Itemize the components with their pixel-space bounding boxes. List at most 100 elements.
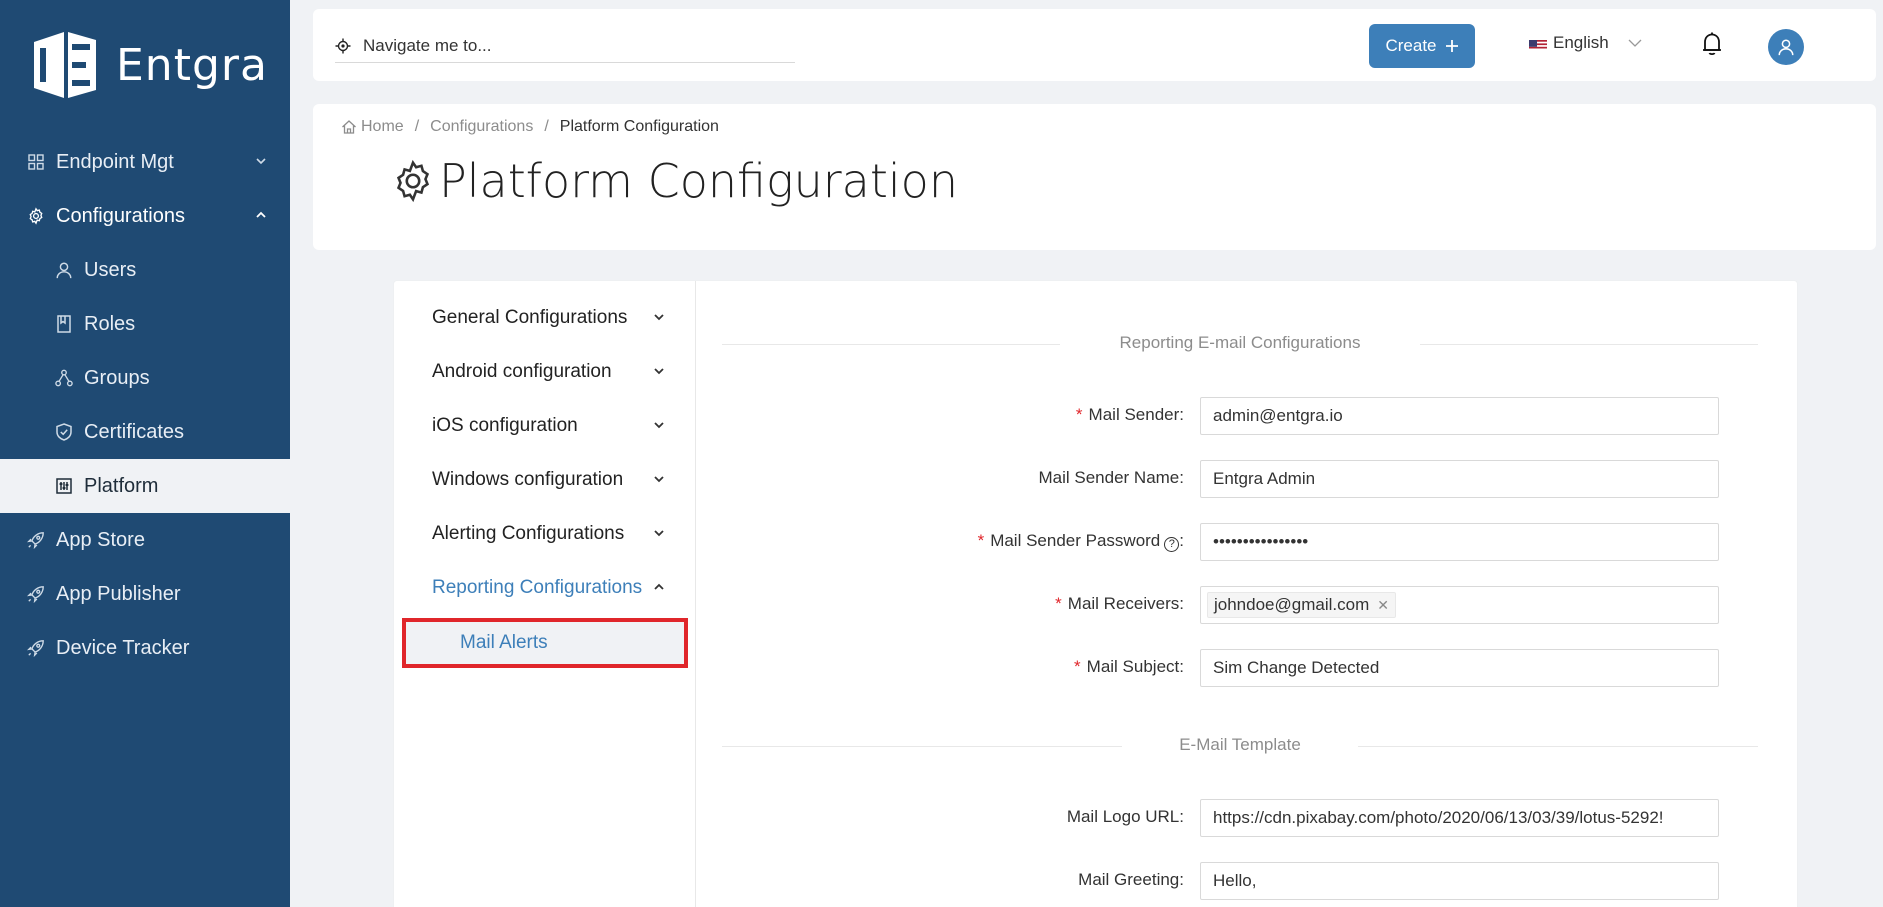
menu-windows-configuration[interactable]: Windows configuration (432, 458, 682, 502)
mail-receivers-label: * Mail Receivers: (1055, 594, 1184, 613)
menu-reporting-configurations[interactable]: Reporting Configurations (432, 566, 682, 610)
menu-ios-configuration[interactable]: iOS configuration (432, 404, 682, 448)
entgra-logo-icon (34, 32, 96, 98)
mail-subject-input[interactable]: Sim Change Detected (1200, 649, 1719, 687)
menu-item-label: Alerting Configurations (432, 523, 625, 544)
menu-sub-item-label: Mail Alerts (460, 632, 548, 653)
mail-logo-url-input[interactable]: https://cdn.pixabay.com/photo/2020/06/13… (1200, 799, 1719, 837)
sidebar-item-label: Platform (84, 474, 159, 497)
book-icon (54, 314, 74, 334)
mail-sender-password-input[interactable]: •••••••••••••••• (1200, 523, 1719, 561)
sidebar-item-roles[interactable]: Roles (0, 297, 290, 351)
sidebar-item-platform[interactable]: Platform (0, 459, 290, 513)
mail-receivers-input[interactable]: johndoe@gmail.com ✕ (1200, 586, 1719, 624)
language-selector[interactable]: English (1529, 33, 1643, 53)
chevron-up-icon (256, 211, 266, 218)
sidebar: Entgra Endpoint Mgt Configurations Users (0, 0, 290, 907)
plus-icon (1445, 40, 1458, 52)
mail-sender-password-label: * Mail Sender Password?: (977, 531, 1184, 552)
us-flag-icon (1529, 37, 1547, 49)
sidebar-item-label: App Store (56, 528, 145, 551)
chevron-down-icon (654, 530, 664, 537)
page-title-text: Platform Configuration (439, 154, 958, 208)
form-row-mail-receivers: * Mail Receivers: johndoe@gmail.com ✕ (724, 586, 1724, 624)
sidebar-item-endpoint-mgt[interactable]: Endpoint Mgt (0, 135, 290, 189)
brand-name: Entgra (116, 39, 268, 91)
create-button[interactable]: Create (1369, 24, 1475, 68)
entgra-logo[interactable]: Entgra (30, 30, 268, 100)
sidebar-nav: Endpoint Mgt Configurations Users Roles (0, 135, 290, 675)
sidebar-item-app-publisher[interactable]: App Publisher (0, 567, 290, 621)
search-placeholder: Navigate me to... (363, 35, 492, 55)
form-row-mail-greeting: Mail Greeting: Hello, (724, 862, 1724, 900)
rocket-icon (26, 530, 46, 550)
form-row-mail-sender: * Mail Sender: admin@entgra.io (724, 397, 1724, 435)
close-icon[interactable]: ✕ (1377, 597, 1389, 614)
breadcrumb-separator: / (414, 118, 420, 135)
sidebar-item-groups[interactable]: Groups (0, 351, 290, 405)
mail-sender-name-input[interactable]: Entgra Admin (1200, 460, 1719, 498)
sidebar-item-users[interactable]: Users (0, 243, 290, 297)
gear-icon (26, 206, 46, 226)
menu-mail-alerts[interactable]: Mail Alerts (402, 618, 688, 668)
chevron-down-icon (256, 158, 266, 165)
sidebar-item-label: App Publisher (56, 582, 181, 605)
form-row-mail-sender-password: * Mail Sender Password?: •••••••••••••••• (724, 523, 1724, 561)
shield-icon (54, 422, 74, 442)
menu-item-label: Android configuration (432, 361, 612, 382)
breadcrumb-current: Platform Configuration (559, 118, 719, 135)
breadcrumb-home[interactable]: Home (361, 118, 404, 136)
sidebar-item-label: Endpoint Mgt (56, 150, 174, 173)
breadcrumb-separator: / (544, 118, 549, 135)
menu-android-configuration[interactable]: Android configuration (432, 350, 682, 394)
menu-item-label: Windows configuration (432, 469, 624, 490)
mail-subject-label: * Mail Subject: (1074, 657, 1184, 676)
page-title: Platform Configuration (391, 154, 958, 208)
grid-icon (26, 152, 46, 172)
menu-item-label: iOS configuration (432, 415, 578, 436)
config-menu: General Configurations Android configura… (394, 281, 696, 907)
breadcrumb-configurations[interactable]: Configurations (430, 118, 533, 136)
navigate-search-input[interactable]: Navigate me to... (335, 29, 795, 63)
sidebar-item-configurations[interactable]: Configurations (0, 189, 290, 243)
chevron-down-icon (654, 476, 664, 483)
sidebar-item-label: Configurations (56, 204, 185, 227)
menu-general-configurations[interactable]: General Configurations (432, 296, 682, 340)
user-avatar[interactable] (1768, 29, 1804, 65)
section-divider (1358, 746, 1758, 747)
gear-icon (396, 159, 430, 203)
section-title-email-template: E-Mail Template (1179, 735, 1301, 754)
top-bar: Navigate me to... Create English (313, 9, 1876, 81)
form-row-mail-sender-name: Mail Sender Name: Entgra Admin (724, 460, 1724, 498)
sidebar-item-label: Certificates (84, 420, 185, 443)
form-row-mail-logo-url: Mail Logo URL: https://cdn.pixabay.com/p… (724, 799, 1724, 837)
sidebar-item-device-tracker[interactable]: Device Tracker (0, 621, 290, 675)
mail-sender-name-label: Mail Sender Name: (1038, 468, 1184, 487)
sliders-icon (54, 476, 74, 496)
mail-sender-input[interactable]: admin@entgra.io (1200, 397, 1719, 435)
language-label: English (1553, 33, 1609, 52)
menu-alerting-configurations[interactable]: Alerting Configurations (432, 512, 682, 556)
section-title-reporting-email: Reporting E-mail Configurations (1119, 333, 1361, 352)
chevron-up-icon (654, 583, 664, 590)
help-icon[interactable]: ? (1164, 537, 1180, 552)
receiver-tag: johndoe@gmail.com ✕ (1207, 592, 1396, 618)
page-header: Home / Configurations / Platform Configu… (313, 104, 1876, 250)
sidebar-item-certificates[interactable]: Certificates (0, 405, 290, 459)
chevron-down-icon (1628, 39, 1642, 47)
chevron-down-icon (654, 422, 664, 429)
section-divider (722, 344, 1060, 345)
sidebar-item-label: Users (84, 258, 137, 281)
rocket-icon (26, 638, 46, 658)
bell-icon[interactable] (1701, 31, 1723, 62)
user-icon (54, 260, 74, 280)
chevron-down-icon (654, 368, 664, 375)
mail-sender-label: * Mail Sender: (1075, 405, 1184, 424)
locate-icon (335, 38, 351, 53)
rocket-icon (26, 584, 46, 604)
mail-greeting-input[interactable]: Hello, (1200, 862, 1719, 900)
home-icon (342, 120, 356, 134)
mail-logo-url-label: Mail Logo URL: (1066, 807, 1184, 826)
sidebar-item-app-store[interactable]: App Store (0, 513, 290, 567)
sidebar-item-label: Device Tracker (56, 636, 190, 659)
